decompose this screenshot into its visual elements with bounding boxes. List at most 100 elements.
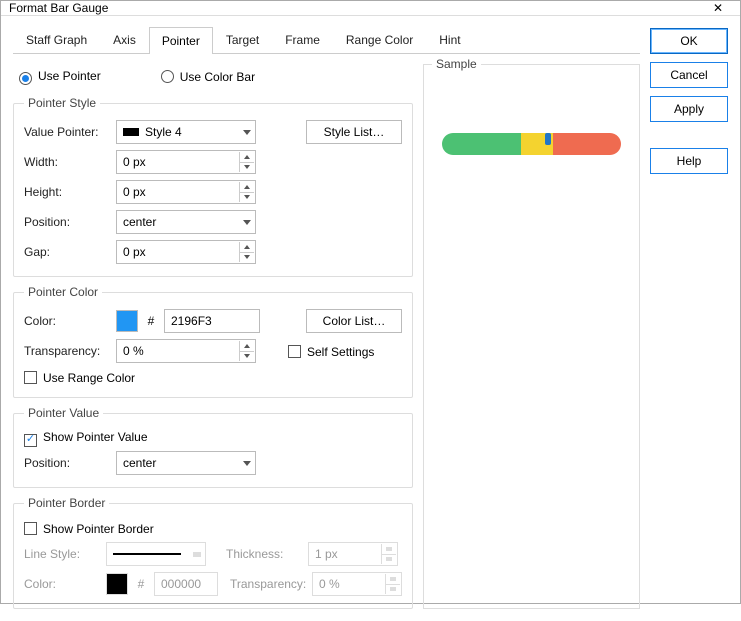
dialog-buttons: OK Cancel Apply Help xyxy=(650,26,728,609)
tab-range-color[interactable]: Range Color xyxy=(333,26,426,53)
titlebar: Format Bar Gauge ✕ xyxy=(1,1,740,16)
pb-transparency-spinner[interactable]: 0 % xyxy=(312,572,402,596)
group-pointer-value: Pointer Value Show Pointer Value Positio… xyxy=(13,406,413,488)
spin-up-icon[interactable] xyxy=(385,574,400,585)
spin-up-icon[interactable] xyxy=(239,341,254,352)
width-label: Width: xyxy=(24,155,110,169)
line-style-label: Line Style: xyxy=(24,547,100,561)
show-pointer-border-label: Show Pointer Border xyxy=(43,522,154,536)
pb-transparency-value: 0 % xyxy=(319,577,340,591)
use-range-color-checkbox[interactable]: Use Range Color xyxy=(24,369,135,385)
style-list-button[interactable]: Style List… xyxy=(306,120,402,144)
pb-color-swatch[interactable] xyxy=(106,573,128,595)
radio-dot-icon xyxy=(19,72,32,85)
range-red xyxy=(553,133,621,155)
thickness-value: 1 px xyxy=(315,547,338,561)
group-pointer-style: Pointer Style Value Pointer: Style 4 Sty… xyxy=(13,96,413,277)
color-list-button[interactable]: Color List… xyxy=(306,309,402,333)
tab-target[interactable]: Target xyxy=(213,26,272,53)
transparency-value: 0 % xyxy=(123,344,144,358)
group-pointer-border-legend: Pointer Border xyxy=(24,496,109,510)
tab-hint[interactable]: Hint xyxy=(426,26,473,53)
radio-use-color-bar[interactable]: Use Color Bar xyxy=(161,68,255,84)
cancel-button[interactable]: Cancel xyxy=(650,62,728,88)
sample-label: Sample xyxy=(432,57,481,71)
pb-color-label: Color: xyxy=(24,577,100,591)
checkbox-icon xyxy=(24,522,37,535)
sample-preview: Sample xyxy=(423,64,640,609)
chevron-down-icon xyxy=(243,220,251,225)
spin-up-icon[interactable] xyxy=(381,544,396,555)
spin-up-icon[interactable] xyxy=(239,152,254,163)
use-range-color-label: Use Range Color xyxy=(43,371,135,385)
gap-spinner[interactable]: 0 px xyxy=(116,240,256,264)
spin-up-icon[interactable] xyxy=(239,182,254,193)
tab-frame[interactable]: Frame xyxy=(272,26,333,53)
help-button[interactable]: Help xyxy=(650,148,728,174)
cancel-button-label: Cancel xyxy=(670,68,707,82)
gap-label: Gap: xyxy=(24,245,110,259)
spin-down-icon[interactable] xyxy=(239,352,254,362)
transparency-label: Transparency: xyxy=(24,344,110,358)
ok-button-label: OK xyxy=(680,34,697,48)
tab-axis[interactable]: Axis xyxy=(100,26,149,53)
gap-value: 0 px xyxy=(123,245,146,259)
width-spinner[interactable]: 0 px xyxy=(116,150,256,174)
color-swatch[interactable] xyxy=(116,310,138,332)
thickness-label: Thickness: xyxy=(226,547,302,561)
form-column: Use Pointer Use Color Bar Pointer Style … xyxy=(13,64,413,609)
apply-button[interactable]: Apply xyxy=(650,96,728,122)
pb-color-hex-value: 000000 xyxy=(161,577,201,591)
spin-down-icon[interactable] xyxy=(239,253,254,263)
checkbox-icon xyxy=(24,434,37,447)
radio-use-pointer[interactable]: Use Pointer xyxy=(19,69,101,83)
pv-position-value: center xyxy=(123,456,237,470)
self-settings-label: Self Settings xyxy=(307,345,374,359)
value-pointer-value: Style 4 xyxy=(145,125,237,139)
sample-column: Sample xyxy=(423,64,640,609)
window-title: Format Bar Gauge xyxy=(9,1,704,15)
ok-button[interactable]: OK xyxy=(650,28,728,54)
apply-button-label: Apply xyxy=(674,102,704,116)
radio-use-pointer-label: Use Pointer xyxy=(38,69,101,83)
color-label: Color: xyxy=(24,314,110,328)
checkbox-icon xyxy=(288,345,301,358)
position-combo[interactable]: center xyxy=(116,210,256,234)
tab-staff-graph[interactable]: Staff Graph xyxy=(13,26,100,53)
spin-down-icon[interactable] xyxy=(239,163,254,173)
show-pointer-border-checkbox[interactable]: Show Pointer Border xyxy=(24,520,154,536)
show-pointer-value-checkbox[interactable]: Show Pointer Value xyxy=(24,430,148,445)
pb-color-hex-input[interactable]: 000000 xyxy=(154,572,218,596)
hash-label: # xyxy=(144,314,158,328)
radio-dot-icon xyxy=(161,70,174,83)
tab-pointer[interactable]: Pointer xyxy=(149,27,213,54)
tab-strip: Staff Graph Axis Pointer Target Frame Ra… xyxy=(13,26,640,54)
thickness-spinner[interactable]: 1 px xyxy=(308,542,398,566)
spin-down-icon[interactable] xyxy=(381,555,396,565)
group-pointer-color: Pointer Color Color: # 2196F3 Color List… xyxy=(13,285,413,398)
self-settings-checkbox[interactable]: Self Settings xyxy=(288,343,374,359)
value-pointer-combo[interactable]: Style 4 xyxy=(116,120,256,144)
group-pointer-style-legend: Pointer Style xyxy=(24,96,100,110)
group-pointer-value-legend: Pointer Value xyxy=(24,406,103,420)
spin-down-icon[interactable] xyxy=(385,585,400,595)
hash-label: # xyxy=(134,577,148,591)
sample-pointer-icon xyxy=(545,133,551,145)
group-pointer-color-legend: Pointer Color xyxy=(24,285,102,299)
range-green xyxy=(442,133,521,155)
height-spinner[interactable]: 0 px xyxy=(116,180,256,204)
close-icon[interactable]: ✕ xyxy=(704,1,732,15)
chevron-down-icon xyxy=(193,552,201,557)
height-label: Height: xyxy=(24,185,110,199)
position-value: center xyxy=(123,215,237,229)
color-hex-input[interactable]: 2196F3 xyxy=(164,309,260,333)
spin-down-icon[interactable] xyxy=(239,193,254,203)
transparency-spinner[interactable]: 0 % xyxy=(116,339,256,363)
width-value: 0 px xyxy=(123,155,146,169)
color-list-button-label: Color List… xyxy=(323,314,386,328)
pointer-mode-row: Use Pointer Use Color Bar xyxy=(13,64,413,88)
spin-up-icon[interactable] xyxy=(239,242,254,253)
value-pointer-label: Value Pointer: xyxy=(24,125,110,139)
pv-position-combo[interactable]: center xyxy=(116,451,256,475)
line-style-combo[interactable] xyxy=(106,542,206,566)
